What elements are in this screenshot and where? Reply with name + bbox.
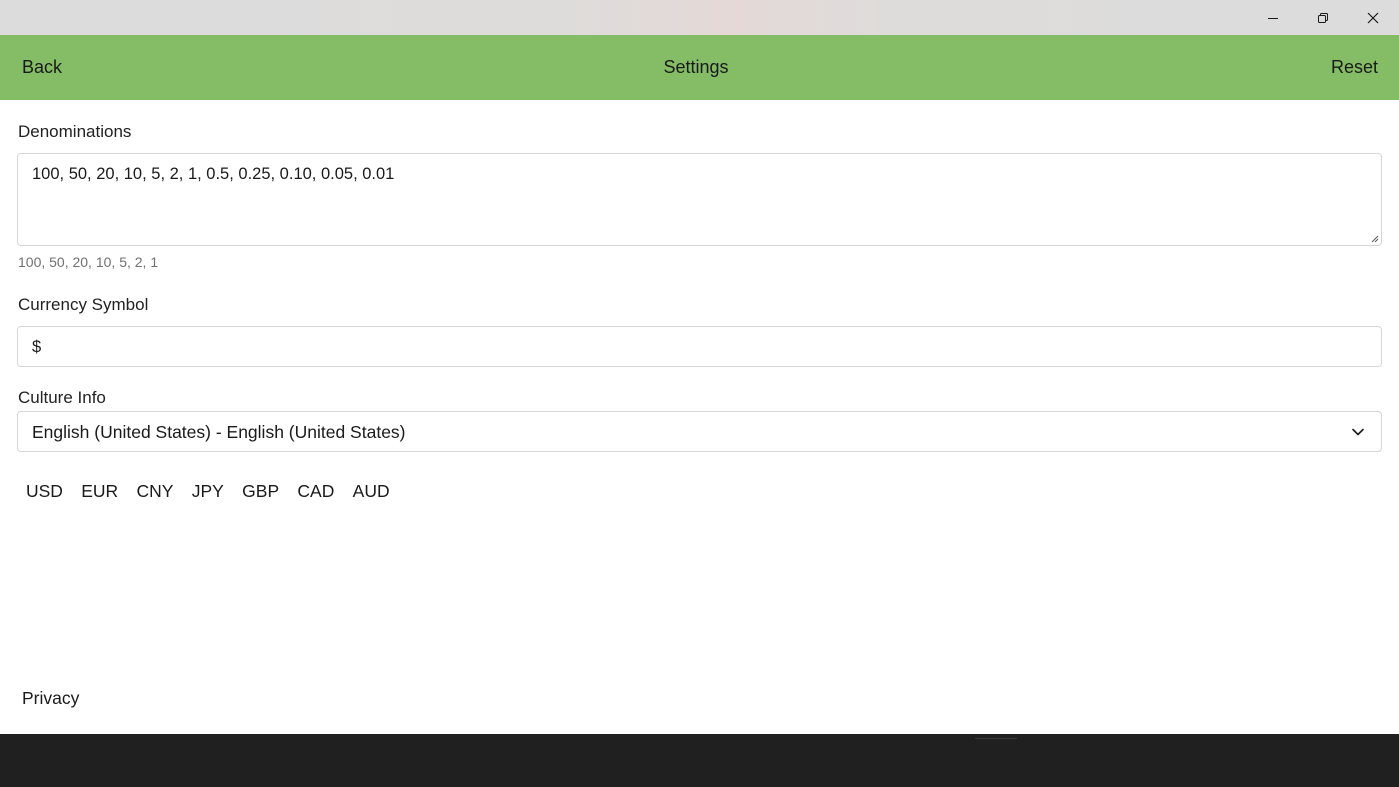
culture-info-selected: English (United States) - English (Unite… [32, 422, 406, 442]
culture-info-label: Culture Info [18, 388, 106, 407]
currency-symbol-value: $ [32, 338, 42, 356]
close-button[interactable] [1348, 0, 1398, 35]
currency-button-jpy[interactable]: JPY [183, 481, 233, 502]
taskbar-divider [975, 738, 1017, 739]
currency-symbol-input[interactable]: $ [17, 326, 1382, 367]
chevron-down-icon [1352, 428, 1364, 436]
minimize-icon [1268, 17, 1278, 19]
app-header: Back Settings Reset [0, 35, 1399, 100]
resize-grip-icon[interactable] [1370, 234, 1379, 243]
currency-button-aud[interactable]: AUD [344, 481, 399, 502]
currency-button-usd[interactable]: USD [17, 481, 72, 502]
currency-preset-list: USD EUR CNY JPY GBP CAD AUD [17, 478, 399, 504]
denominations-label: Denominations [18, 122, 132, 141]
currency-button-eur[interactable]: EUR [72, 481, 127, 502]
close-icon [1367, 12, 1379, 23]
currency-symbol-label: Currency Symbol [18, 295, 149, 314]
currency-button-gbp[interactable]: GBP [233, 481, 288, 502]
culture-info-select[interactable]: English (United States) - English (Unite… [17, 411, 1382, 452]
reset-button[interactable]: Reset [1331, 35, 1378, 100]
settings-form: Denominations 100, 50, 20, 10, 5, 2, 1, … [0, 100, 1399, 734]
restore-button[interactable] [1298, 0, 1348, 35]
denominations-hint: 100, 50, 20, 10, 5, 2, 1 [18, 254, 159, 270]
currency-button-cad[interactable]: CAD [288, 481, 343, 502]
currency-button-cny[interactable]: CNY [128, 481, 183, 502]
taskbar [0, 734, 1399, 787]
restore-icon [1318, 12, 1328, 23]
page-title: Settings [663, 57, 729, 77]
minimize-button[interactable] [1248, 0, 1298, 35]
window-titlebar [0, 0, 1399, 35]
privacy-link[interactable]: Privacy [22, 688, 79, 709]
denominations-textarea[interactable]: 100, 50, 20, 10, 5, 2, 1, 0.5, 0.25, 0.1… [17, 153, 1382, 246]
denominations-value: 100, 50, 20, 10, 5, 2, 1, 0.5, 0.25, 0.1… [32, 165, 395, 183]
